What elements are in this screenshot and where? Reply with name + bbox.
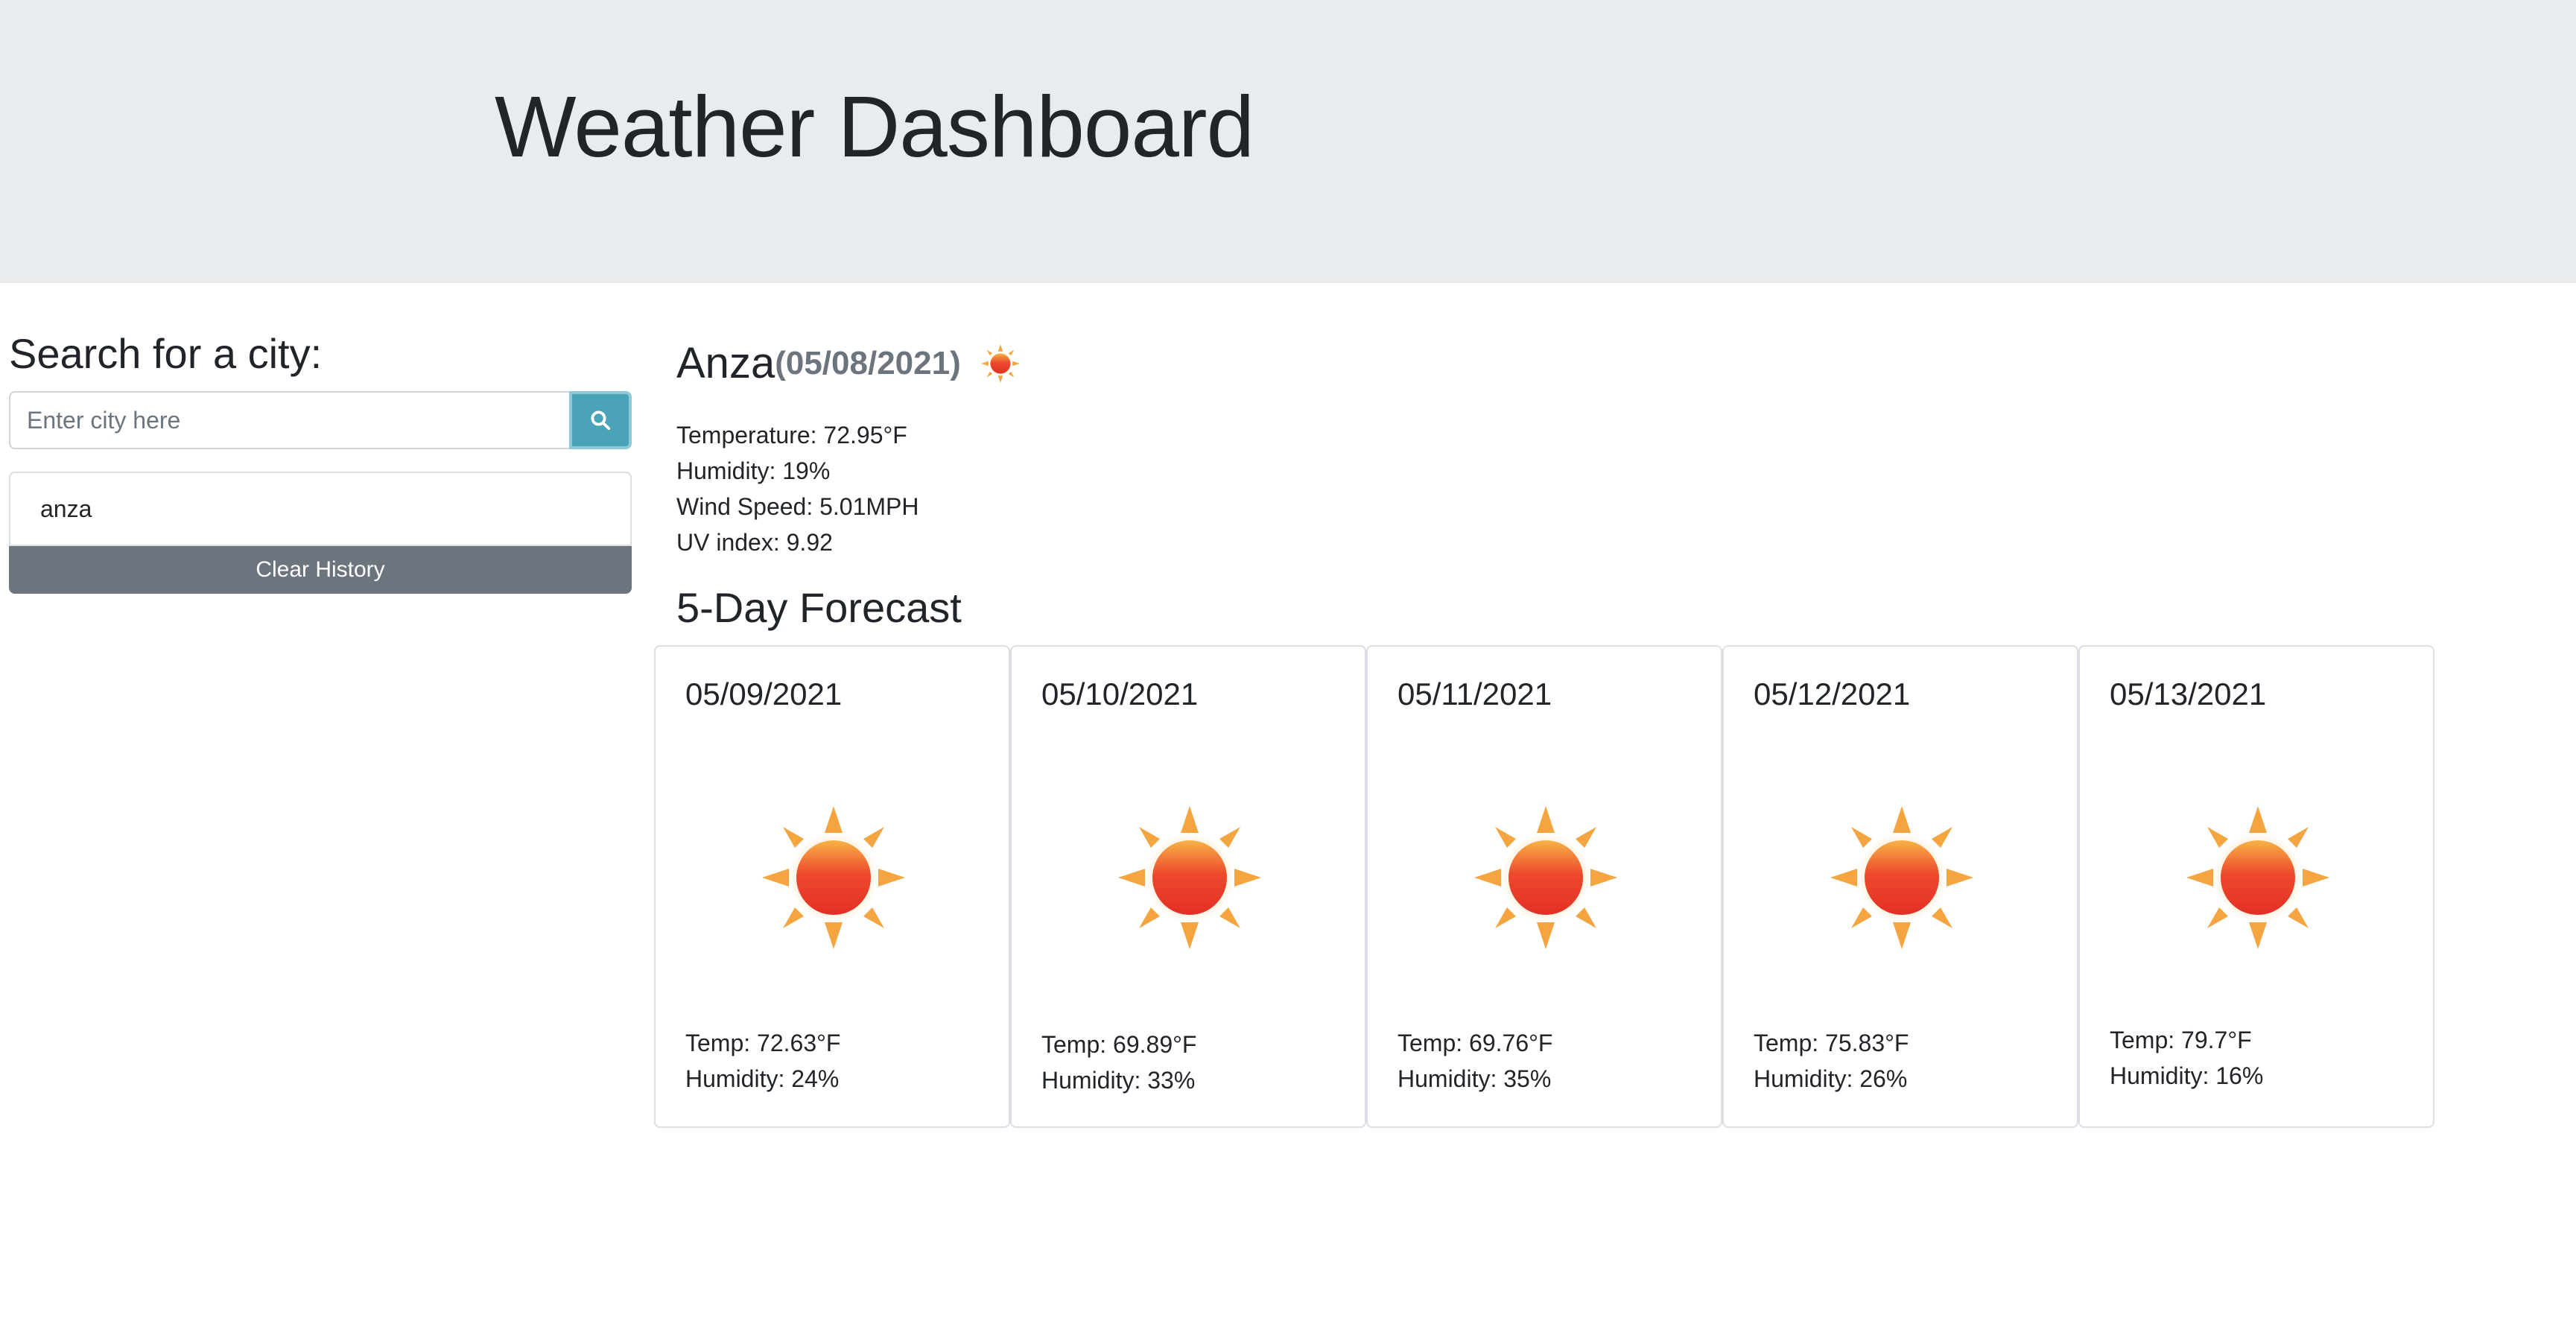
history-item-anza[interactable]: anza — [9, 472, 632, 546]
search-button[interactable] — [569, 391, 632, 449]
forecast-date: 05/11/2021 — [1398, 676, 1552, 711]
forecast-temp: Temp: 72.63°F — [685, 1030, 841, 1056]
sun-icon — [1827, 803, 1976, 952]
search-heading: Search for a city: — [9, 330, 323, 377]
forecast-humidity: Humidity: 26% — [1754, 1065, 1908, 1092]
current-weather-stats: Temperature: 72.95°F Humidity: 19% Wind … — [676, 417, 919, 560]
city-search-input[interactable] — [9, 391, 569, 449]
forecast-heading: 5-Day Forecast — [676, 584, 962, 631]
sun-icon — [1115, 803, 1264, 952]
sun-icon — [1471, 803, 1620, 952]
page-title: Weather Dashboard — [495, 78, 1254, 175]
current-humidity: Humidity: 19% — [676, 457, 831, 484]
forecast-date: 05/10/2021 — [1041, 676, 1199, 711]
forecast-humidity: Humidity: 24% — [685, 1065, 840, 1092]
forecast-date: 05/12/2021 — [1754, 676, 1911, 711]
forecast-card: 05/12/2021 Temp: 75.83°F Humidity: 26% — [1722, 645, 2078, 1128]
search-history: anza Clear History — [9, 472, 632, 594]
current-city-name: Anza — [676, 339, 775, 387]
forecast-card: 05/11/2021 Temp: 69.76°F Humidity: 35% — [1366, 645, 1722, 1128]
forecast-card: 05/13/2021 Temp: 79.7°F Humidity: 16% — [2078, 645, 2434, 1128]
forecast-card: 05/10/2021 Temp: 69.89°F Humidity: 33% — [1010, 645, 1366, 1128]
forecast-row: 05/09/2021 Temp: 72.63°F Humidity: 24% 0… — [654, 645, 2436, 1128]
sun-icon — [759, 803, 908, 952]
clear-history-button[interactable]: Clear History — [9, 546, 632, 594]
forecast-temp: Temp: 69.76°F — [1398, 1030, 1553, 1056]
current-wind-speed: Wind Speed: 5.01MPH — [676, 493, 919, 520]
forecast-humidity: Humidity: 35% — [1398, 1065, 1552, 1092]
search-icon — [591, 410, 611, 431]
current-uv-index: UV index: 9.92 — [676, 529, 833, 556]
header-banner: Weather Dashboard — [0, 0, 2576, 283]
forecast-temp: Temp: 79.7°F — [2110, 1027, 2252, 1053]
forecast-card: 05/09/2021 Temp: 72.63°F Humidity: 24% — [654, 645, 1010, 1128]
current-date: (05/08/2021) — [775, 345, 961, 381]
sun-icon — [2183, 803, 2332, 952]
sun-icon — [980, 343, 1021, 384]
forecast-humidity: Humidity: 33% — [1041, 1067, 1196, 1094]
forecast-temp: Temp: 75.83°F — [1754, 1030, 1909, 1056]
forecast-temp: Temp: 69.89°F — [1041, 1031, 1197, 1058]
current-temperature: Temperature: 72.95°F — [676, 422, 907, 448]
current-weather-title: Anza (05/08/2021) — [676, 335, 1021, 392]
forecast-date: 05/09/2021 — [685, 676, 843, 711]
forecast-humidity: Humidity: 16% — [2110, 1062, 2264, 1089]
forecast-date: 05/13/2021 — [2110, 676, 2267, 711]
search-group — [9, 391, 632, 449]
